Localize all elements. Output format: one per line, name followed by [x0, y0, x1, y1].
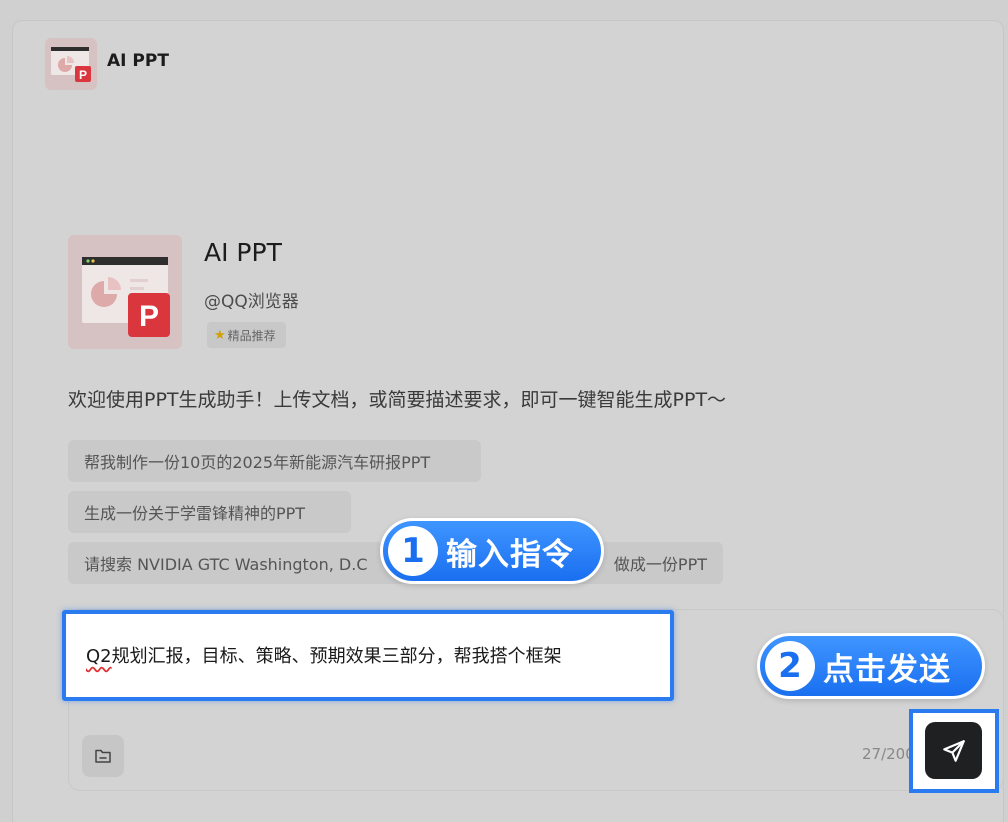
folder-icon [95, 749, 111, 763]
message-input-value: Q2规划汇报，目标、策略、预期效果三部分，帮我搭个框架 [86, 642, 562, 668]
welcome-message: 欢迎使用PPT生成助手！上传文档，或简要描述要求，即可一键智能生成PPT～ [68, 389, 727, 411]
step-1-label: 输入指令 [446, 536, 574, 573]
step-2-number: 2 [765, 641, 815, 691]
agent-author: @QQ浏览器 [204, 292, 299, 312]
suggestion-text: 帮我制作一份10页的2025年新能源汽车研报PPT [84, 453, 431, 472]
step-2-callout: 2 点击发送 [757, 633, 985, 699]
input-text-prefix: Q2 [86, 646, 112, 667]
agent-name: AI PPT [204, 238, 282, 267]
suggestion-chip-1[interactable]: 帮我制作一份10页的2025年新能源汽车研报PPT [68, 440, 481, 482]
suggestion-chip-2[interactable]: 生成一份关于学雷锋精神的PPT [68, 491, 351, 533]
send-icon [942, 739, 965, 762]
svg-text:P: P [139, 300, 159, 333]
header-app-icon: P [45, 38, 97, 90]
suggestion-text: 生成一份关于学雷锋精神的PPT [84, 504, 306, 523]
header-title: AI PPT [107, 51, 169, 71]
send-button[interactable] [925, 722, 982, 779]
step-1-callout: 1 输入指令 [380, 518, 604, 584]
suggestion-text-end: 做成一份PPT [613, 555, 707, 574]
step-2-label: 点击发送 [823, 651, 951, 688]
input-text-rest: 规划汇报，目标、策略、预期效果三部分，帮我搭个框架 [111, 646, 562, 667]
badge-label: 精品推荐 [227, 328, 276, 343]
star-icon: ★ [214, 327, 226, 343]
message-input[interactable]: Q2规划汇报，目标、策略、预期效果三部分，帮我搭个框架 [62, 610, 674, 701]
char-counter: 27/200 [862, 745, 915, 763]
step-1-number: 1 [388, 526, 438, 576]
featured-badge: ★ 精品推荐 [207, 322, 286, 348]
suggestion-text-start: 请搜索 NVIDIA GTC Washington, D.C [84, 555, 368, 574]
svg-text:P: P [79, 68, 87, 82]
agent-app-icon: P [68, 235, 182, 349]
upload-file-button[interactable] [82, 735, 124, 777]
